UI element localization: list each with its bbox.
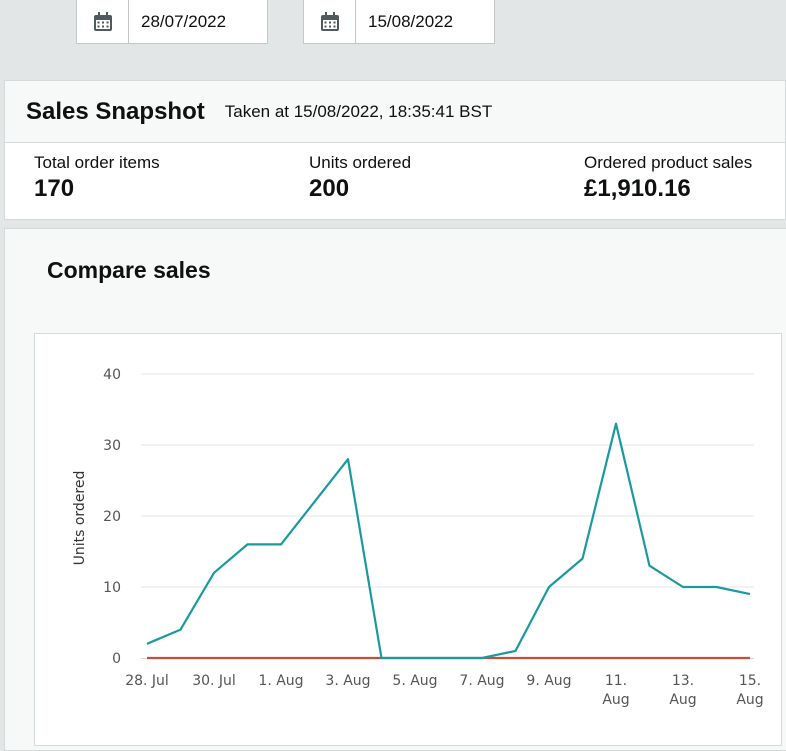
x-tick-label: 30. Jul: [192, 673, 236, 689]
x-tick-label: 7. Aug: [459, 673, 504, 689]
x-tick-label-line: Aug: [669, 692, 696, 708]
x-tick-label-line: 7. Aug: [459, 673, 504, 689]
calendar-icon[interactable]: [304, 0, 356, 43]
end-date-value: 15/08/2022: [368, 11, 454, 31]
units-ordered-chart: 0 10 20 30 40 28. Jul 30. Jul 1. Aug 3. Aug 5. A…: [72, 367, 764, 708]
x-tick-label-line: 11.: [605, 673, 627, 689]
metric-total-order-items: Total order items 170: [34, 153, 160, 203]
x-tick-label: 28. Jul: [125, 673, 169, 689]
x-tick-label: 15. Aug: [736, 673, 763, 708]
snapshot-title: Sales Snapshot: [26, 97, 205, 125]
y-axis-label: Units ordered: [72, 471, 88, 566]
x-tick-label: 9. Aug: [526, 673, 571, 689]
series-line-0: [146, 422, 751, 660]
x-tick-label-line: Aug: [736, 692, 763, 708]
x-tick-label-line: 3. Aug: [325, 673, 370, 689]
x-tick-label-line: 28. Jul: [125, 673, 169, 689]
metric-value: 200: [309, 175, 350, 202]
calendar-icon[interactable]: [77, 0, 129, 43]
compare-sales-panel: Compare sales 0 10 20 30 40 28. Jul 30. Jul 1.…: [4, 228, 786, 751]
y-tick-label: 20: [103, 509, 121, 525]
snapshot-header: Sales Snapshot Taken at 15/08/2022, 18:3…: [5, 81, 785, 143]
x-tick-label-line: 30. Jul: [192, 673, 236, 689]
snapshot-timestamp: Taken at 15/08/2022, 18:35:41 BST: [224, 101, 493, 121]
x-tick-label-line: 13.: [672, 673, 694, 689]
metric-value: 170: [34, 175, 75, 202]
x-tick-label: 1. Aug: [258, 673, 303, 689]
metric-label: Total order items: [34, 153, 160, 172]
start-date-value: 28/07/2022: [141, 11, 227, 31]
x-tick-label-line: 1. Aug: [258, 673, 303, 689]
x-tick-label: 11. Aug: [602, 673, 629, 708]
y-tick-label: 10: [103, 580, 121, 596]
x-tick-label: 13. Aug: [669, 673, 696, 708]
metric-ordered-product-sales: Ordered product sales £1,910.16: [584, 153, 752, 203]
x-tick-label-line: Aug: [602, 692, 629, 708]
metric-label: Units ordered: [309, 153, 412, 172]
compare-sales-title: Compare sales: [47, 257, 211, 283]
metric-label: Ordered product sales: [584, 153, 753, 172]
sales-snapshot-panel: Sales Snapshot Taken at 15/08/2022, 18:3…: [4, 80, 786, 220]
y-tick-label: 30: [103, 438, 121, 454]
date-range-bar: 28/07/2022 15/08/2022: [0, 0, 786, 72]
y-tick-label: 40: [103, 367, 121, 383]
metric-value: £1,910.16: [584, 175, 691, 202]
start-date-field[interactable]: 28/07/2022: [76, 0, 268, 44]
metric-units-ordered: Units ordered 200: [309, 153, 411, 203]
x-tick-label: 3. Aug: [325, 673, 370, 689]
chart-container: 0 10 20 30 40 28. Jul 30. Jul 1. Aug 3. Aug 5. A…: [34, 333, 782, 746]
end-date-field[interactable]: 15/08/2022: [303, 0, 495, 44]
x-tick-label-line: 5. Aug: [392, 673, 437, 689]
x-tick-label-line: 15.: [739, 673, 761, 689]
y-tick-label: 0: [112, 651, 121, 667]
x-tick-label-line: 9. Aug: [526, 673, 571, 689]
x-tick-label: 5. Aug: [392, 673, 437, 689]
